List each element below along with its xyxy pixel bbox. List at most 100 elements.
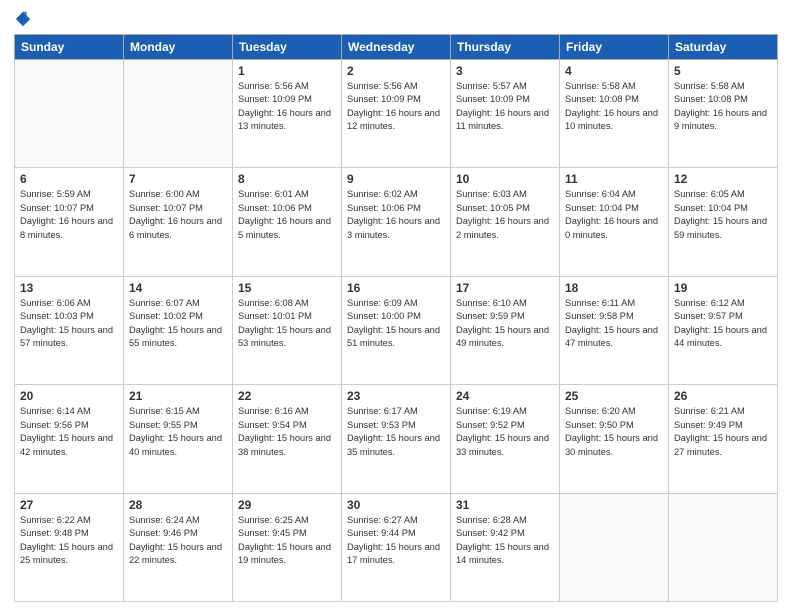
day-cell: 4 Sunrise: 5:58 AM Sunset: 10:08 PM Dayli…	[560, 60, 669, 168]
day-cell: 15Sunrise: 6:08 AM Sunset: 10:01 PM Dayl…	[233, 276, 342, 384]
day-info: Sunrise: 5:56 AM Sunset: 10:09 PM Daylig…	[347, 80, 445, 134]
day-info: Sunrise: 6:01 AM Sunset: 10:06 PM Daylig…	[238, 188, 336, 242]
day-cell	[15, 60, 124, 168]
day-info: Sunrise: 6:05 AM Sunset: 10:04 PM Daylig…	[674, 188, 772, 242]
weekday-header-saturday: Saturday	[669, 35, 778, 60]
day-info: Sunrise: 6:10 AM Sunset: 9:59 PM Dayligh…	[456, 297, 554, 351]
day-cell: 7Sunrise: 6:00 AM Sunset: 10:07 PM Dayli…	[124, 168, 233, 276]
day-cell	[560, 493, 669, 601]
day-info: Sunrise: 6:03 AM Sunset: 10:05 PM Daylig…	[456, 188, 554, 242]
day-info: Sunrise: 6:06 AM Sunset: 10:03 PM Daylig…	[20, 297, 118, 351]
weekday-header-friday: Friday	[560, 35, 669, 60]
weekday-header-sunday: Sunday	[15, 35, 124, 60]
day-cell: 23Sunrise: 6:17 AM Sunset: 9:53 PM Dayli…	[342, 385, 451, 493]
day-info: Sunrise: 6:07 AM Sunset: 10:02 PM Daylig…	[129, 297, 227, 351]
day-number: 3	[456, 64, 554, 78]
weekday-header-wednesday: Wednesday	[342, 35, 451, 60]
day-number: 31	[456, 498, 554, 512]
day-info: Sunrise: 6:12 AM Sunset: 9:57 PM Dayligh…	[674, 297, 772, 351]
day-number: 7	[129, 172, 227, 186]
day-info: Sunrise: 6:20 AM Sunset: 9:50 PM Dayligh…	[565, 405, 663, 459]
day-cell: 20 Sunrise: 6:14 AM Sunset: 9:56 PM Dayli…	[15, 385, 124, 493]
day-info: Sunrise: 6:19 AM Sunset: 9:52 PM Dayligh…	[456, 405, 554, 459]
calendar-table: SundayMondayTuesdayWednesdayThursdayFrid…	[14, 34, 778, 602]
day-cell: 19 Sunrise: 6:12 AM Sunset: 9:57 PM Dayli…	[669, 276, 778, 384]
day-cell: 9 Sunrise: 6:02 AM Sunset: 10:06 PM Dayli…	[342, 168, 451, 276]
day-number: 25	[565, 389, 663, 403]
page: SundayMondayTuesdayWednesdayThursdayFrid…	[0, 0, 792, 612]
logo-icon	[14, 10, 32, 28]
day-number: 11	[565, 172, 663, 186]
day-number: 5	[674, 64, 772, 78]
day-info: Sunrise: 5:59 AM Sunset: 10:07 PM Daylig…	[20, 188, 118, 242]
week-row-0: 1 Sunrise: 5:56 AM Sunset: 10:09 PM Dayli…	[15, 60, 778, 168]
header	[14, 10, 778, 28]
day-info: Sunrise: 5:56 AM Sunset: 10:09 PM Daylig…	[238, 80, 336, 134]
day-number: 19	[674, 281, 772, 295]
day-number: 13	[20, 281, 118, 295]
day-cell: 13 Sunrise: 6:06 AM Sunset: 10:03 PM Dayl…	[15, 276, 124, 384]
day-number: 14	[129, 281, 227, 295]
day-cell: 18 Sunrise: 6:11 AM Sunset: 9:58 PM Dayli…	[560, 276, 669, 384]
day-info: Sunrise: 6:02 AM Sunset: 10:06 PM Daylig…	[347, 188, 445, 242]
day-cell: 24 Sunrise: 6:19 AM Sunset: 9:52 PM Dayli…	[451, 385, 560, 493]
day-cell: 6 Sunrise: 5:59 AM Sunset: 10:07 PM Dayli…	[15, 168, 124, 276]
day-info: Sunrise: 6:28 AM Sunset: 9:42 PM Dayligh…	[456, 514, 554, 568]
day-cell: 21 Sunrise: 6:15 AM Sunset: 9:55 PM Dayli…	[124, 385, 233, 493]
day-number: 30	[347, 498, 445, 512]
day-cell: 25 Sunrise: 6:20 AM Sunset: 9:50 PM Dayli…	[560, 385, 669, 493]
day-cell: 1 Sunrise: 5:56 AM Sunset: 10:09 PM Dayli…	[233, 60, 342, 168]
weekday-header-thursday: Thursday	[451, 35, 560, 60]
day-number: 17	[456, 281, 554, 295]
day-number: 9	[347, 172, 445, 186]
day-cell: 28Sunrise: 6:24 AM Sunset: 9:46 PM Dayli…	[124, 493, 233, 601]
weekday-header-tuesday: Tuesday	[233, 35, 342, 60]
day-info: Sunrise: 6:14 AM Sunset: 9:56 PM Dayligh…	[20, 405, 118, 459]
day-cell	[124, 60, 233, 168]
day-number: 21	[129, 389, 227, 403]
day-number: 27	[20, 498, 118, 512]
day-info: Sunrise: 6:04 AM Sunset: 10:04 PM Daylig…	[565, 188, 663, 242]
day-cell: 2Sunrise: 5:56 AM Sunset: 10:09 PM Dayli…	[342, 60, 451, 168]
day-info: Sunrise: 5:58 AM Sunset: 10:08 PM Daylig…	[674, 80, 772, 134]
day-number: 20	[20, 389, 118, 403]
day-number: 6	[20, 172, 118, 186]
day-number: 23	[347, 389, 445, 403]
day-number: 26	[674, 389, 772, 403]
day-number: 15	[238, 281, 336, 295]
day-cell: 17 Sunrise: 6:10 AM Sunset: 9:59 PM Dayli…	[451, 276, 560, 384]
day-info: Sunrise: 6:11 AM Sunset: 9:58 PM Dayligh…	[565, 297, 663, 351]
day-info: Sunrise: 6:25 AM Sunset: 9:45 PM Dayligh…	[238, 514, 336, 568]
day-info: Sunrise: 6:27 AM Sunset: 9:44 PM Dayligh…	[347, 514, 445, 568]
day-cell: 26 Sunrise: 6:21 AM Sunset: 9:49 PM Dayli…	[669, 385, 778, 493]
day-info: Sunrise: 6:21 AM Sunset: 9:49 PM Dayligh…	[674, 405, 772, 459]
week-row-1: 6 Sunrise: 5:59 AM Sunset: 10:07 PM Dayli…	[15, 168, 778, 276]
day-cell: 8Sunrise: 6:01 AM Sunset: 10:06 PM Dayli…	[233, 168, 342, 276]
day-cell: 31 Sunrise: 6:28 AM Sunset: 9:42 PM Dayli…	[451, 493, 560, 601]
day-cell: 16Sunrise: 6:09 AM Sunset: 10:00 PM Dayl…	[342, 276, 451, 384]
weekday-header-row: SundayMondayTuesdayWednesdayThursdayFrid…	[15, 35, 778, 60]
day-cell: 22 Sunrise: 6:16 AM Sunset: 9:54 PM Dayli…	[233, 385, 342, 493]
day-cell: 14 Sunrise: 6:07 AM Sunset: 10:02 PM Dayl…	[124, 276, 233, 384]
day-info: Sunrise: 6:22 AM Sunset: 9:48 PM Dayligh…	[20, 514, 118, 568]
day-number: 1	[238, 64, 336, 78]
week-row-2: 13 Sunrise: 6:06 AM Sunset: 10:03 PM Dayl…	[15, 276, 778, 384]
day-cell: 11 Sunrise: 6:04 AM Sunset: 10:04 PM Dayl…	[560, 168, 669, 276]
day-number: 29	[238, 498, 336, 512]
day-number: 18	[565, 281, 663, 295]
day-info: Sunrise: 6:15 AM Sunset: 9:55 PM Dayligh…	[129, 405, 227, 459]
day-number: 4	[565, 64, 663, 78]
day-cell: 12 Sunrise: 6:05 AM Sunset: 10:04 PM Dayl…	[669, 168, 778, 276]
weekday-header-monday: Monday	[124, 35, 233, 60]
day-number: 16	[347, 281, 445, 295]
day-cell	[669, 493, 778, 601]
day-info: Sunrise: 5:58 AM Sunset: 10:08 PM Daylig…	[565, 80, 663, 134]
day-cell: 29 Sunrise: 6:25 AM Sunset: 9:45 PM Dayli…	[233, 493, 342, 601]
day-info: Sunrise: 6:16 AM Sunset: 9:54 PM Dayligh…	[238, 405, 336, 459]
week-row-3: 20 Sunrise: 6:14 AM Sunset: 9:56 PM Dayli…	[15, 385, 778, 493]
day-number: 22	[238, 389, 336, 403]
day-number: 12	[674, 172, 772, 186]
day-info: Sunrise: 5:57 AM Sunset: 10:09 PM Daylig…	[456, 80, 554, 134]
day-cell: 10Sunrise: 6:03 AM Sunset: 10:05 PM Dayl…	[451, 168, 560, 276]
day-number: 24	[456, 389, 554, 403]
